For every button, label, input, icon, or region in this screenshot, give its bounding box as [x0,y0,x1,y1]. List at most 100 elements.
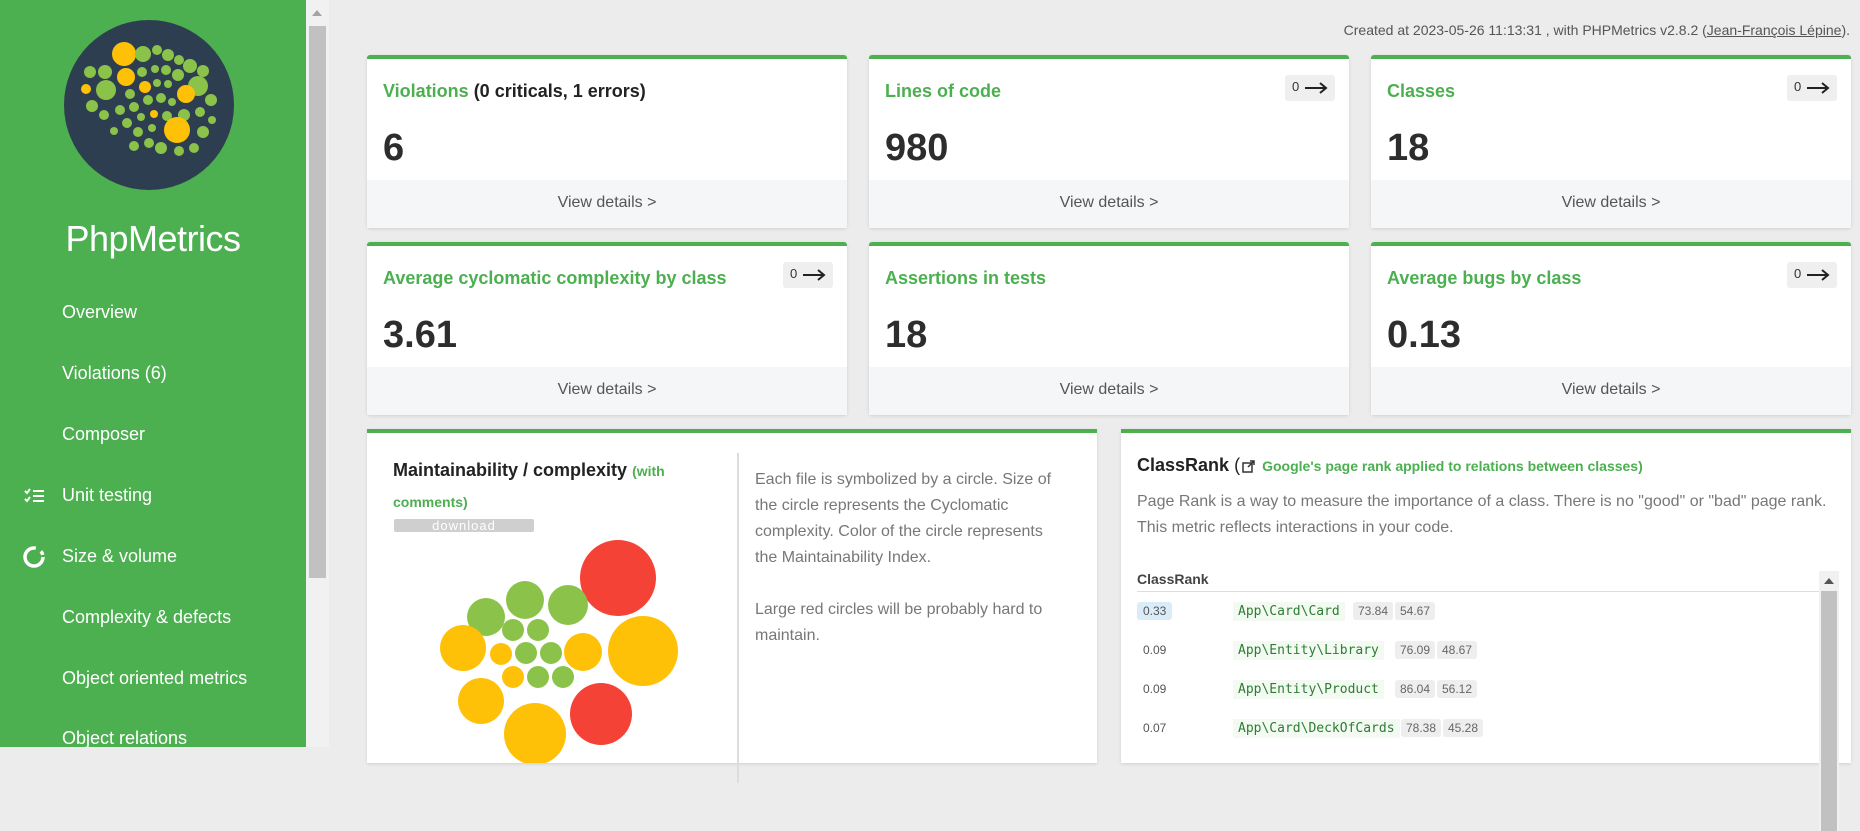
table-row: 0.33 App\Card\Card 73.84 54.67 [1137,592,1827,631]
scrollbar-thumb[interactable] [309,26,326,578]
checklist-icon [24,488,44,503]
rank-value: 0.09 [1143,643,1167,657]
classrank-scrollbar[interactable] [1819,571,1839,831]
view-details-link[interactable]: View details > [367,180,847,228]
metric-badge: 48.67 [1437,641,1478,659]
classrank-panel: ClassRank ( Google's page rank applied t… [1121,429,1851,831]
brand-title: PhpMetrics [65,218,241,259]
card-title: Lines of code [885,81,1002,101]
donut-chart-icon [23,546,45,568]
arrow-right-icon [1807,82,1830,94]
bubble [490,643,512,665]
bubble [515,642,537,664]
table-row: 0.09 App\Entity\Library 76.09 48.67 [1137,631,1827,670]
created-suffix: ). [1841,22,1850,38]
class-name: App\Entity\Product [1233,680,1384,699]
table-row: 0.07 App\Card\DeckOfCards 78.38 45.28 [1137,709,1827,748]
card-assertions-in-tests: Assertions in tests 18 View details > [869,242,1349,415]
bubble [527,619,549,641]
metric-badge: 45.28 [1443,719,1484,737]
card-classes: Classes 0 18 View details > [1371,55,1851,228]
bubble [506,581,544,619]
sidebar-item-object-oriented-metrics[interactable]: Object oriented metrics [0,653,306,703]
card-value: 3.61 [383,314,457,356]
download-button[interactable]: download [394,519,534,532]
trend-value: 0 [790,266,798,281]
external-link-icon [1242,460,1255,473]
sidebar-item-size-volume[interactable]: Size & volume [0,531,306,581]
sidebar-item-unit-testing[interactable]: Unit testing [0,470,306,520]
arrow-right-icon [803,269,826,281]
sidebar-item-overview[interactable]: Overview [0,287,306,337]
sidebar-item-label: Object relations [62,727,188,748]
metric-badge: 73.84 [1353,602,1394,620]
sidebar-item-label: Size & volume [62,545,178,566]
trend-value: 0 [1794,79,1802,94]
bubble [504,703,566,763]
view-details-link[interactable]: View details > [869,180,1349,228]
sidebar-item-composer[interactable]: Composer [0,409,306,459]
sidebar-item-object-relations[interactable]: Object relations [0,713,306,763]
sidebar-item-complexity-defects[interactable]: Complexity & defects [0,592,306,642]
view-details-link[interactable]: View details > [1371,367,1851,415]
class-name: App\Card\DeckOfCards [1233,719,1400,738]
created-text: Created at 2023-05-26 11:13:31 , with PH… [1343,22,1707,38]
sidebar-item-violations[interactable]: Violations (6) [0,348,306,398]
sidebar-item-label: Complexity & defects [62,606,232,627]
bubble [580,540,656,616]
trend-value: 0 [1292,79,1300,94]
trend-badge: 0 [1285,75,1335,101]
arrow-right-icon [1807,269,1830,281]
metric-badge: 86.04 [1395,680,1436,698]
scrollbar-thumb[interactable] [1821,591,1837,831]
metric-badge: 78.38 [1401,719,1442,737]
class-name: App\Card\Card [1233,602,1345,621]
card-title: Assertions in tests [885,268,1047,288]
card-value: 0.13 [1387,314,1461,356]
description-text: Each file is symbolized by a circle. Siz… [755,471,1052,566]
card-title-extra: (0 criticals, 1 errors) [468,81,646,101]
table-header: ClassRank [1137,571,1827,592]
sidebar-item-label: Overview [62,301,138,322]
rank-value: 0.33 [1137,602,1173,620]
phpmetrics-logo [64,20,234,190]
card-avg-cyclomatic-complexity: Average cyclomatic complexity by class 0… [367,242,847,415]
trend-badge: 0 [1787,75,1837,101]
view-details-link[interactable]: View details > [1371,180,1851,228]
metric-badge: 54.67 [1395,602,1436,620]
bubble [548,585,588,625]
bubble [458,678,504,724]
card-title: Violations (0 criticals, 1 errors) [383,81,646,102]
classrank-title-text: ClassRank [1137,455,1230,475]
classrank-description: Page Rank is a way to measure the import… [1137,493,1827,536]
view-details-link[interactable]: View details > [367,367,847,415]
trend-badge: 0 [783,262,833,288]
page-rank-link[interactable]: Google's page rank applied to relations … [1262,458,1638,474]
bubble [527,666,549,688]
bubble [440,625,486,671]
bubble [502,666,524,688]
bubble [502,619,524,641]
trend-badge: 0 [1787,262,1837,288]
scroll-up-arrow-icon[interactable] [1824,578,1834,584]
card-title-text: Violations [383,81,469,101]
card-lines-of-code: Lines of code 0 980 View details > [869,55,1349,228]
scroll-up-arrow-icon[interactable] [312,10,322,16]
author-link[interactable]: Jean-François Lépine [1707,22,1842,38]
sidebar-item-label: Object oriented metrics [62,667,248,688]
table-row: 0.09 App\Entity\Product 86.04 56.12 [1137,670,1827,709]
card-value: 18 [1387,127,1430,169]
view-details-link[interactable]: View details > [869,367,1349,415]
maintainability-description: Each file is symbolized by a circle. Siz… [755,467,1065,675]
panel-divider [737,453,739,783]
sidebar-item-label: Violations (6) [62,362,167,383]
card-value: 6 [383,127,405,169]
classrank-table: ClassRank 0.33 App\Card\Card 73.84 54.67… [1137,571,1827,748]
rank-value: 0.07 [1143,721,1167,735]
maintainability-panel: Maintainability / complexity (with comme… [367,429,1097,783]
sidebar-scrollbar[interactable] [306,0,329,747]
card-avg-bugs-by-class: Average bugs by class 0 0.13 View detail… [1371,242,1851,415]
sidebar-item-label: Unit testing [62,484,153,505]
sidebar: PhpMetrics Overview Violations (6) Compo… [0,0,306,748]
card-title: Classes [1387,81,1456,101]
